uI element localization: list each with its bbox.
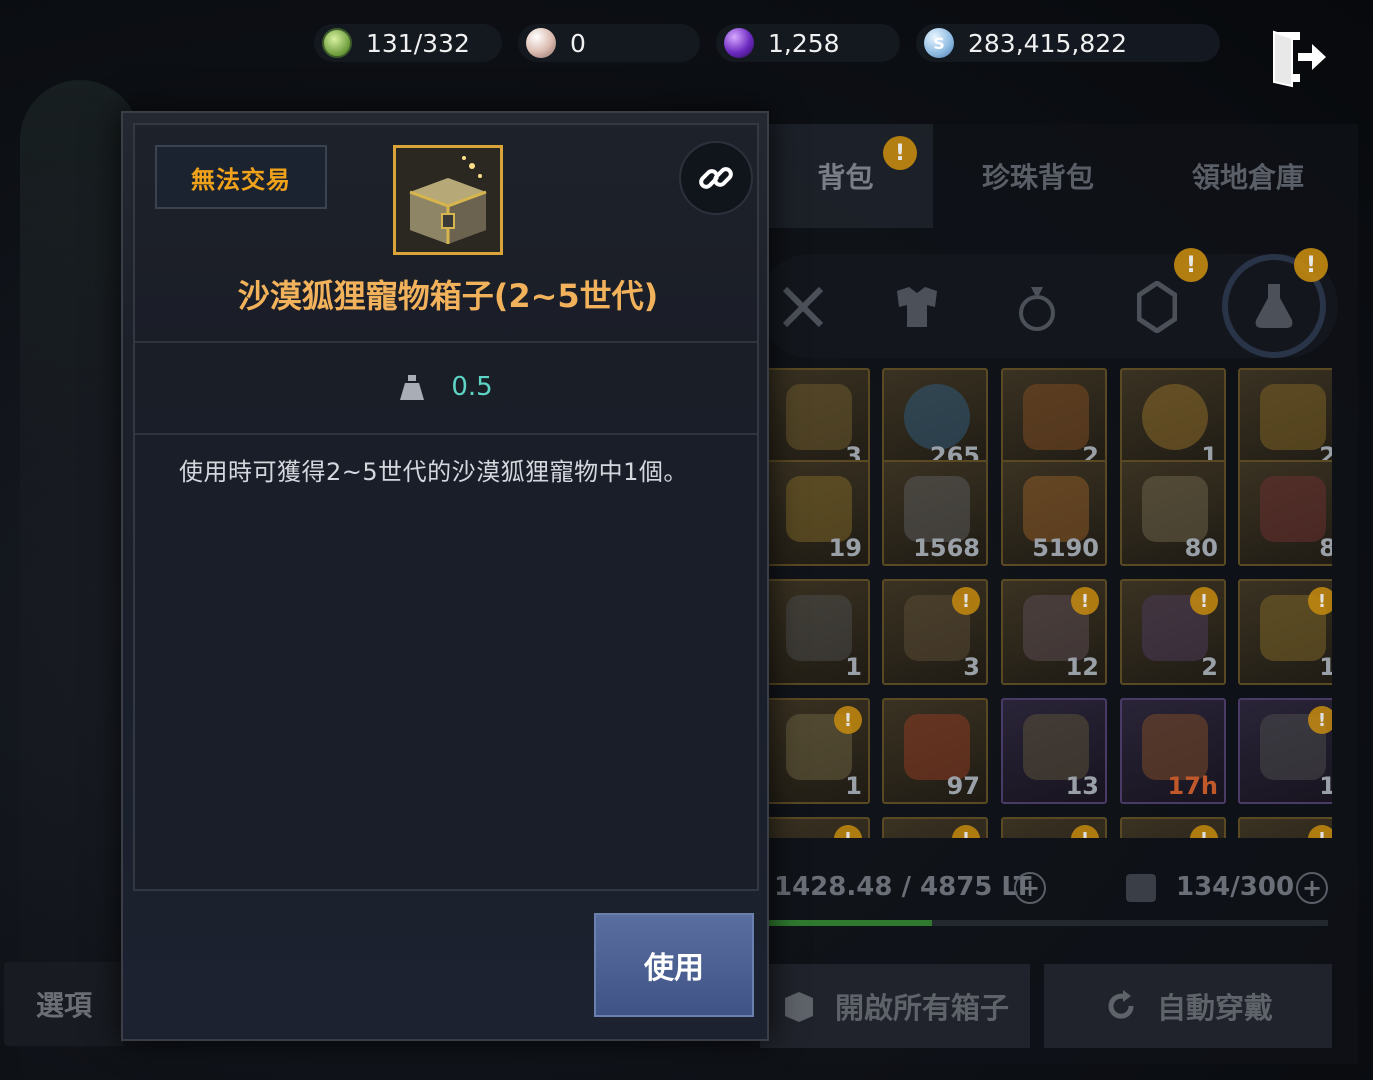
crystal-icon xyxy=(724,28,754,58)
auto-equip-button[interactable]: 自動穿戴 xyxy=(1044,964,1332,1048)
item-name: 沙漠狐狸寵物箱子(2~5世代) xyxy=(237,277,659,315)
tab-bag-label: 背包 xyxy=(817,161,874,194)
weight-capacity: 1428.48 / 4875 LT xyxy=(774,872,1032,902)
item-tooltip: 無法交易 沙漠狐狸寵物箱子(2~5世代) 0.5 使用時可獲得2~5世代的沙漠狐… xyxy=(121,111,769,1041)
inventory-slot[interactable]: ! xyxy=(1120,817,1226,838)
slot-capacity: 134/300 xyxy=(1176,872,1295,902)
pearl-icon xyxy=(526,28,556,58)
inventory-slot[interactable]: 80 xyxy=(1120,460,1226,566)
share-link-button[interactable] xyxy=(679,141,753,215)
inventory-slot[interactable]: 3 xyxy=(766,368,870,474)
inventory-slot[interactable]: 8 xyxy=(1238,460,1332,566)
inventory-slot[interactable]: 1 xyxy=(766,579,870,685)
currency-pearl: 0 xyxy=(518,24,700,62)
inventory-slot[interactable]: 265 xyxy=(882,368,988,474)
open-all-boxes-label: 開啟所有箱子 xyxy=(834,991,1009,1025)
crystal-alert-badge: ! xyxy=(1174,248,1208,282)
bag-icon xyxy=(1126,874,1156,902)
weight-progress-fill xyxy=(768,920,933,926)
armor-icon[interactable] xyxy=(882,272,952,342)
tab-bag-alert-badge: ! xyxy=(883,136,917,170)
exit-icon xyxy=(1273,30,1326,88)
inventory-grid: 3 265 2 1 2 19 1568 5190 80 8 1 3! 12! 2… xyxy=(766,368,1332,838)
divider xyxy=(135,433,757,435)
inventory-slot[interactable]: ! xyxy=(882,817,988,838)
tab-territory-storage[interactable]: 領地倉庫 xyxy=(1163,124,1333,228)
weapon-icon[interactable] xyxy=(768,272,838,342)
treasure-chest-icon xyxy=(393,145,503,255)
silver-icon: S xyxy=(924,28,954,58)
pearl-value: 0 xyxy=(570,28,586,58)
crystal-value: 1,258 xyxy=(768,28,840,58)
exit-button[interactable] xyxy=(1268,26,1330,88)
tab-pearl-bag[interactable]: 珍珠背包 xyxy=(958,124,1118,228)
inventory-slot[interactable]: 2 xyxy=(1001,368,1107,474)
trade-status-badge: 無法交易 xyxy=(155,145,327,209)
expand-weight-button[interactable]: + xyxy=(1014,872,1046,904)
tab-territory-storage-label: 領地倉庫 xyxy=(1191,161,1304,194)
inventory-slot[interactable]: 5190 xyxy=(1001,460,1107,566)
inventory-slot[interactable]: 1! xyxy=(1238,579,1332,685)
inventory-slot[interactable]: 12! xyxy=(1001,579,1107,685)
silver-value: 283,415,822 xyxy=(968,28,1128,58)
currency-energy: 131/332 xyxy=(314,24,502,62)
divider xyxy=(135,341,757,343)
currency-silver: S 283,415,822 xyxy=(916,24,1220,62)
tab-pearl-bag-label: 珍珠背包 xyxy=(981,161,1094,194)
inventory-slot[interactable]: 1 xyxy=(1120,368,1226,474)
crystal-gem-icon[interactable] xyxy=(1122,272,1192,342)
auto-equip-label: 自動穿戴 xyxy=(1156,991,1273,1025)
accessory-icon[interactable] xyxy=(1002,272,1072,342)
energy-value: 131/332 xyxy=(366,28,470,58)
potion-alert-badge: ! xyxy=(1294,248,1328,282)
link-icon xyxy=(699,167,733,189)
box-icon xyxy=(784,992,813,1022)
open-all-boxes-button[interactable]: 開啟所有箱子 xyxy=(760,964,1030,1048)
currency-crystal: 1,258 xyxy=(716,24,900,62)
refresh-icon xyxy=(1108,990,1134,1019)
inventory-slot[interactable]: ! xyxy=(1238,817,1332,838)
inventory-slot[interactable]: 2! xyxy=(1120,579,1226,685)
options-button[interactable]: 選項 xyxy=(4,962,124,1046)
inventory-slot[interactable]: 2 xyxy=(1238,368,1332,474)
inventory-slot[interactable]: ! xyxy=(766,817,870,838)
item-weight-value: 0.5 xyxy=(451,372,493,402)
item-tooltip-body: 無法交易 沙漠狐狸寵物箱子(2~5世代) 0.5 使用時可獲得2~5世代的沙漠狐… xyxy=(133,123,759,891)
inventory-slot[interactable]: 13 xyxy=(1001,698,1107,804)
inventory-slot[interactable]: 19 xyxy=(766,460,870,566)
expand-slots-button[interactable]: + xyxy=(1296,872,1328,904)
currency-bar: 131/332 0 1,258 S 283,415,822 xyxy=(314,24,1220,66)
inventory-slot[interactable]: 3! xyxy=(882,579,988,685)
inventory-slot[interactable]: 97 xyxy=(882,698,988,804)
item-weight-row: 0.5 xyxy=(135,365,757,409)
inventory-slot[interactable]: ! xyxy=(1001,817,1107,838)
inventory-tabs: 背包 ! 珍珠背包 領地倉庫 xyxy=(718,124,1358,234)
inventory-footer: 1428.48 / 4875 LT + 134/300 + xyxy=(774,872,1334,912)
category-filter-row: ! ! xyxy=(758,248,1338,358)
energy-icon xyxy=(322,28,352,58)
use-button[interactable]: 使用 xyxy=(594,913,754,1017)
inventory-slot[interactable]: 1! xyxy=(1238,698,1332,804)
weight-icon xyxy=(400,375,425,400)
weight-progress-bar xyxy=(768,920,1328,926)
inventory-panel: 背包 ! 珍珠背包 領地倉庫 ! ! 3 265 2 1 19 1568 519… xyxy=(718,124,1358,1064)
inventory-slot[interactable]: 1! xyxy=(766,698,870,804)
item-description: 使用時可獲得2~5世代的沙漠狐狸寵物中1個。 xyxy=(179,458,688,486)
inventory-slot[interactable]: 17h xyxy=(1120,698,1226,804)
inventory-slot[interactable]: 1568 xyxy=(882,460,988,566)
